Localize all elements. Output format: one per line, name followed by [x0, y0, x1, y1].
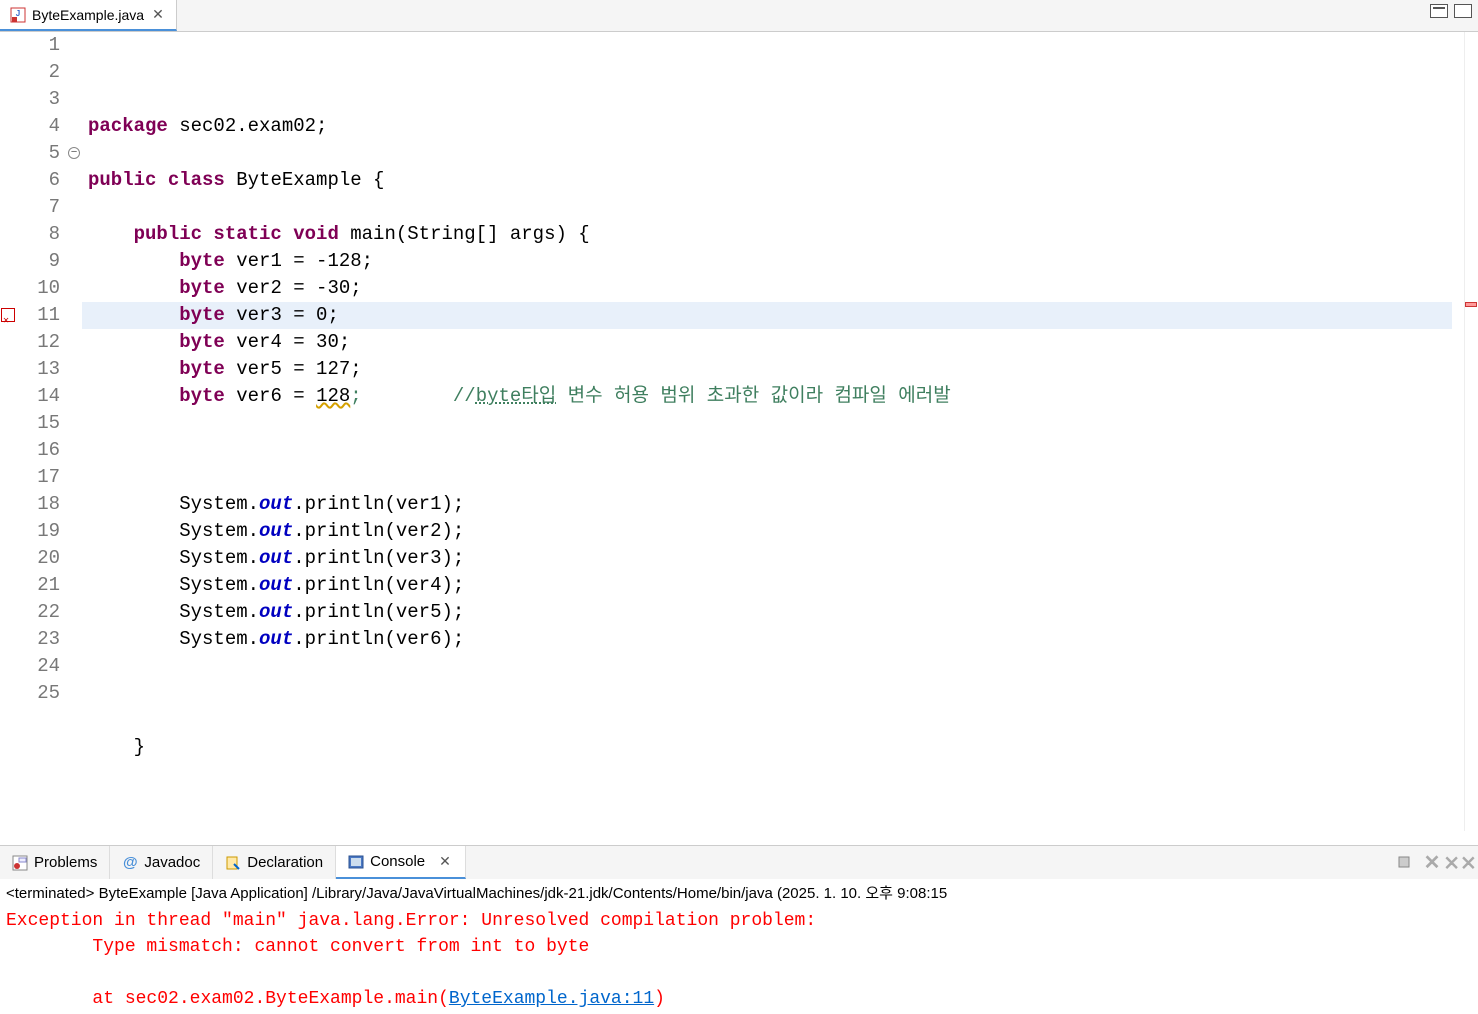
line-number: 25: [18, 680, 60, 707]
code-line[interactable]: byte ver1 = -128;: [88, 248, 1464, 275]
code-line[interactable]: [88, 140, 1464, 167]
code-line[interactable]: [88, 653, 1464, 680]
line-number: 6: [18, 167, 60, 194]
tab-problems[interactable]: Problems: [0, 846, 110, 879]
console-launch-header: <terminated> ByteExample [Java Applicati…: [0, 879, 1478, 906]
code-line[interactable]: System.out.println(ver3);: [88, 545, 1464, 572]
line-number: 15: [18, 410, 60, 437]
console-error-line: Type mismatch: cannot convert from int t…: [6, 937, 589, 957]
folding-column: −: [68, 32, 82, 831]
tab-problems-label: Problems: [34, 854, 97, 871]
line-number: 1: [18, 32, 60, 59]
code-line[interactable]: [88, 410, 1464, 437]
console-icon: [348, 854, 364, 870]
declaration-icon: [225, 855, 241, 871]
line-number: 9: [18, 248, 60, 275]
close-icon[interactable]: ✕: [437, 853, 453, 870]
line-number: 5: [18, 140, 60, 167]
tab-console[interactable]: Console ✕: [336, 846, 466, 879]
code-content[interactable]: package sec02.exam02; public class ByteEx…: [88, 113, 1464, 788]
code-line[interactable]: System.out.println(ver5);: [88, 599, 1464, 626]
code-line[interactable]: byte ver4 = 30;: [88, 329, 1464, 356]
code-line[interactable]: [88, 680, 1464, 707]
code-line[interactable]: [88, 761, 1464, 788]
code-line[interactable]: System.out.println(ver1);: [88, 491, 1464, 518]
maximize-button[interactable]: [1454, 4, 1472, 18]
remove-launch-button[interactable]: ✕: [1422, 852, 1442, 872]
tab-declaration[interactable]: Declaration: [213, 846, 336, 879]
line-number: 13: [18, 356, 60, 383]
line-number: 24: [18, 653, 60, 680]
line-number: 21: [18, 572, 60, 599]
line-number: 14: [18, 383, 60, 410]
code-line[interactable]: public class ByteExample {: [88, 167, 1464, 194]
code-line[interactable]: byte ver5 = 127;: [88, 356, 1464, 383]
code-editor[interactable]: 1234567891011121314151617181920212223242…: [0, 32, 1478, 831]
console-output[interactable]: Exception in thread "main" java.lang.Err…: [0, 906, 1478, 1014]
console-error-line: Exception in thread "main" java.lang.Err…: [6, 911, 827, 931]
line-number: 7: [18, 194, 60, 221]
tab-console-label: Console: [370, 853, 425, 870]
minimize-button[interactable]: [1430, 4, 1448, 18]
code-line[interactable]: byte ver2 = -30;: [88, 275, 1464, 302]
code-line[interactable]: byte ver6 = 128; //byte타입 변수 허용 범위 초과한 값…: [88, 383, 1464, 410]
line-number: 11: [18, 302, 60, 329]
line-number: 12: [18, 329, 60, 356]
code-line[interactable]: System.out.println(ver2);: [88, 518, 1464, 545]
javadoc-icon: @: [122, 855, 138, 871]
overview-error-mark[interactable]: [1465, 302, 1477, 307]
code-line[interactable]: [88, 464, 1464, 491]
console-jvm-path: /Library/Java/JavaVirtualMachines/jdk-21…: [312, 885, 773, 902]
console-toolbar: ✕ ⨯⨯: [1394, 852, 1470, 872]
line-number: 4: [18, 113, 60, 140]
tab-javadoc-label: Javadoc: [144, 854, 200, 871]
code-line[interactable]: package sec02.exam02;: [88, 113, 1464, 140]
line-number: 2: [18, 59, 60, 86]
close-icon[interactable]: ✕: [150, 6, 166, 23]
file-tab[interactable]: J ByteExample.java ✕: [0, 0, 177, 31]
line-number: 19: [18, 518, 60, 545]
tab-javadoc[interactable]: @ Javadoc: [110, 846, 213, 879]
code-line[interactable]: System.out.println(ver6);: [88, 626, 1464, 653]
error-marker-icon[interactable]: [1, 308, 15, 322]
tab-declaration-label: Declaration: [247, 854, 323, 871]
code-line[interactable]: System.out.println(ver4);: [88, 572, 1464, 599]
editor-tab-bar: J ByteExample.java ✕: [0, 0, 1478, 32]
line-number: 3: [18, 86, 60, 113]
console-stack-line-post: ): [654, 989, 665, 1009]
code-line[interactable]: [88, 437, 1464, 464]
overview-ruler[interactable]: [1464, 32, 1478, 831]
file-tab-label: ByteExample.java: [32, 7, 144, 23]
console-timestamp: (2025. 1. 10. 오후 9:08:15: [773, 885, 947, 902]
line-number: 8: [18, 221, 60, 248]
svg-text:J: J: [16, 9, 20, 18]
line-number: 23: [18, 626, 60, 653]
code-line[interactable]: [88, 707, 1464, 734]
line-number: 20: [18, 545, 60, 572]
console-app-name: ByteExample [Java Application]: [99, 885, 312, 902]
code-line[interactable]: byte ver3 = 0;: [88, 302, 1464, 329]
remove-all-launches-button[interactable]: ⨯⨯: [1450, 852, 1470, 872]
code-area[interactable]: package sec02.exam02; public class ByteEx…: [82, 32, 1464, 831]
java-file-icon: J: [10, 7, 26, 23]
bottom-panel-tabs: Problems @ Javadoc Declaration Console ✕…: [0, 845, 1478, 879]
console-stack-line-pre: at sec02.exam02.ByteExample.main(: [6, 989, 449, 1009]
line-number-gutter: 1234567891011121314151617181920212223242…: [18, 32, 68, 831]
console-status: <terminated>: [6, 885, 99, 902]
code-line[interactable]: [88, 194, 1464, 221]
line-number: 17: [18, 464, 60, 491]
fold-toggle-icon[interactable]: −: [68, 147, 80, 159]
line-number: 10: [18, 275, 60, 302]
terminate-button[interactable]: [1394, 852, 1414, 872]
window-controls: [1430, 4, 1472, 18]
line-number: 18: [18, 491, 60, 518]
line-number: 16: [18, 437, 60, 464]
code-line[interactable]: public static void main(String[] args) {: [88, 221, 1464, 248]
problems-icon: [12, 855, 28, 871]
console-source-link[interactable]: ByteExample.java:11: [449, 989, 654, 1009]
code-line[interactable]: }: [88, 734, 1464, 761]
line-number: 22: [18, 599, 60, 626]
marker-column: [0, 32, 18, 831]
